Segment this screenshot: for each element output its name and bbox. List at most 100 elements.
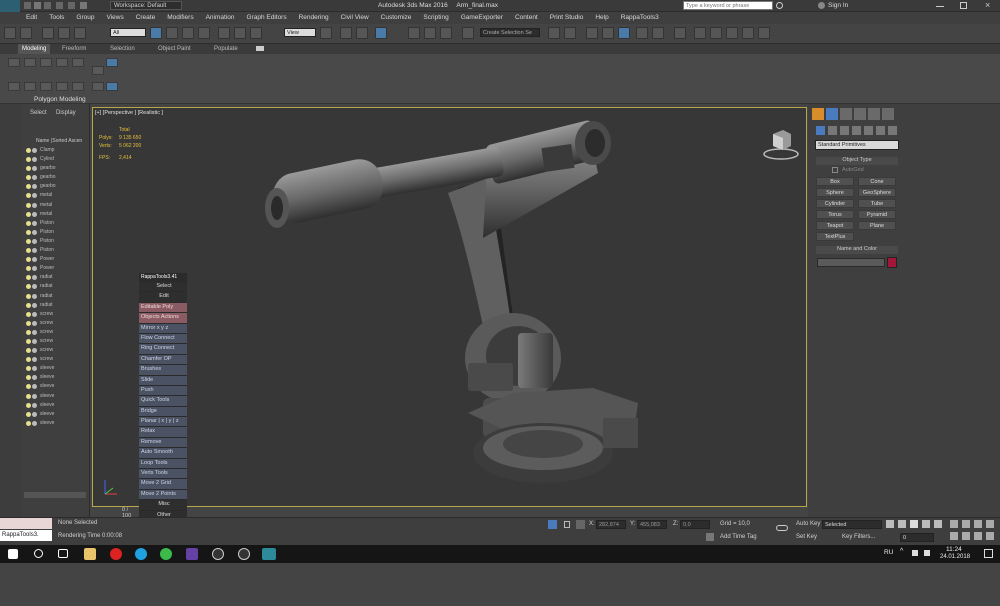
list-item[interactable]: sleeve <box>24 401 86 410</box>
geometry-icon[interactable] <box>816 126 825 135</box>
y-coordinate-field[interactable]: 455,083 <box>637 520 667 529</box>
list-item[interactable]: gearbo <box>24 173 86 182</box>
search-input[interactable]: Type a keyword or phrase <box>683 1 773 10</box>
time-tag-icon[interactable] <box>706 533 714 541</box>
ribbon-options-icon[interactable] <box>256 46 264 51</box>
clock-time[interactable]: 11:24 <box>946 546 962 553</box>
light-bulb-icon[interactable] <box>26 275 31 281</box>
tab-populate[interactable]: Populate <box>214 44 238 54</box>
zoom-icon[interactable] <box>950 520 958 528</box>
ribbon-button[interactable] <box>8 82 20 91</box>
light-bulb-icon[interactable] <box>26 175 31 181</box>
list-item[interactable]: sleeve <box>24 364 86 373</box>
light-bulb-icon[interactable] <box>26 257 31 263</box>
ribbon-button[interactable] <box>40 82 52 91</box>
rappatools-slide-button[interactable]: Slide <box>139 375 187 386</box>
volume-icon[interactable] <box>912 550 918 556</box>
viewcube[interactable] <box>761 126 801 164</box>
rappatools-auto-smooth-button[interactable]: Auto Smooth <box>139 448 187 459</box>
menu-item-rappatools3[interactable]: RappaTools3 <box>615 12 665 24</box>
list-item[interactable]: radiat <box>24 292 86 301</box>
rappatools-editable-poly-button[interactable]: Editable Poly <box>139 302 187 314</box>
rappatools-bridge-button[interactable]: Bridge <box>139 406 187 418</box>
menu-item-graph-editors[interactable]: Graph Editors <box>241 12 293 24</box>
pan-icon[interactable] <box>962 532 970 540</box>
list-item[interactable]: Piston <box>24 219 86 228</box>
primitive-teapot-button[interactable]: Teapot <box>816 221 854 230</box>
menu-item-help[interactable]: Help <box>589 12 614 24</box>
sign-in-link[interactable]: Sign In <box>828 2 848 9</box>
light-bulb-icon[interactable] <box>26 320 31 326</box>
new-file-icon[interactable] <box>24 2 31 9</box>
maxscript-input[interactable]: RappaTools3. <box>0 530 52 541</box>
go-to-start-icon[interactable] <box>886 520 894 528</box>
undo-icon[interactable] <box>56 2 63 9</box>
menu-item-create[interactable]: Create <box>130 12 162 24</box>
shapes-icon[interactable] <box>828 126 837 135</box>
z-coordinate-field[interactable]: 0,0 <box>680 520 710 529</box>
light-bulb-icon[interactable] <box>26 311 31 317</box>
close-icon[interactable]: × <box>985 0 990 10</box>
viewport-label[interactable]: [+] [Perspective ] [Realistic ] <box>95 110 163 116</box>
rappatools-push-button[interactable]: Push <box>139 385 187 397</box>
layer-explorer-button[interactable] <box>586 27 598 39</box>
menu-item-group[interactable]: Group <box>70 12 100 24</box>
set-key-button[interactable]: Set Key <box>796 534 817 540</box>
key-icon[interactable] <box>776 525 788 531</box>
percent-snap-button[interactable] <box>424 27 436 39</box>
rotate-button[interactable] <box>234 27 246 39</box>
selection-filter-dropdown[interactable]: All <box>110 28 146 37</box>
primitive-textplus-button[interactable]: TextPlus <box>816 232 854 241</box>
chevron-up-icon[interactable]: ^ <box>900 548 903 555</box>
list-item[interactable]: Clamp <box>24 146 86 155</box>
list-item[interactable]: metal <box>24 210 86 219</box>
light-bulb-icon[interactable] <box>26 384 31 390</box>
ribbon-button[interactable] <box>92 66 104 75</box>
maximize-viewport-icon[interactable] <box>986 532 994 540</box>
tab-modeling[interactable]: Modeling <box>18 44 51 54</box>
light-bulb-icon[interactable] <box>26 357 31 363</box>
lights-icon[interactable] <box>840 126 849 135</box>
light-bulb-icon[interactable] <box>26 238 31 244</box>
tab-selection[interactable]: Selection <box>110 44 135 54</box>
ribbon-button[interactable] <box>56 82 68 91</box>
light-bulb-icon[interactable] <box>26 348 31 354</box>
light-bulb-icon[interactable] <box>26 402 31 408</box>
tab-object-paint[interactable]: Object Paint <box>158 44 191 54</box>
selection-lock-icon[interactable] <box>564 521 570 528</box>
ribbon-button[interactable] <box>106 58 118 67</box>
search-icon[interactable] <box>776 2 783 9</box>
rappatools-loop-tools-button[interactable]: Loop Tools <box>139 458 187 470</box>
key-filters-button[interactable]: Key Filters... <box>842 534 875 540</box>
minimize-icon[interactable] <box>936 6 944 7</box>
menu-item-animation[interactable]: Animation <box>200 12 241 24</box>
primitive-pyramid-button[interactable]: Pyramid <box>858 210 896 219</box>
explorer-tab-display[interactable]: Display <box>56 110 76 116</box>
ribbon-button[interactable] <box>24 58 36 67</box>
menu-item-scripting[interactable]: Scripting <box>417 12 454 24</box>
list-item[interactable]: Piston <box>24 246 86 255</box>
ribbon-button[interactable] <box>92 82 104 91</box>
robot-arm-model[interactable] <box>243 118 663 498</box>
ribbon-button[interactable] <box>56 58 68 67</box>
light-bulb-icon[interactable] <box>26 220 31 226</box>
light-bulb-icon[interactable] <box>26 329 31 335</box>
light-bulb-icon[interactable] <box>26 266 31 272</box>
list-item[interactable]: screw <box>24 319 86 328</box>
menu-item-gameexporter[interactable]: GameExporter <box>455 12 509 24</box>
menu-item-edit[interactable]: Edit <box>20 12 43 24</box>
rappatools-mirror-x-y-z-button[interactable]: Mirror x y z <box>139 323 187 334</box>
clock-date[interactable]: 24.01.2018 <box>940 554 970 560</box>
ribbon-button[interactable] <box>72 82 84 91</box>
list-item[interactable]: screw <box>24 310 86 319</box>
light-bulb-icon[interactable] <box>26 293 31 299</box>
auto-key-button[interactable]: Auto Key <box>796 521 820 527</box>
list-item[interactable]: Cylind <box>24 155 86 164</box>
select-by-name-button[interactable] <box>166 27 178 39</box>
schematic-view-button[interactable] <box>652 27 664 39</box>
utilities-tab-icon[interactable] <box>882 108 894 120</box>
primitive-box-button[interactable]: Box <box>816 177 854 186</box>
render-online-button[interactable] <box>758 27 770 39</box>
open-file-icon[interactable] <box>34 2 41 9</box>
workspace-dropdown[interactable]: Workspace: Default <box>110 1 182 10</box>
